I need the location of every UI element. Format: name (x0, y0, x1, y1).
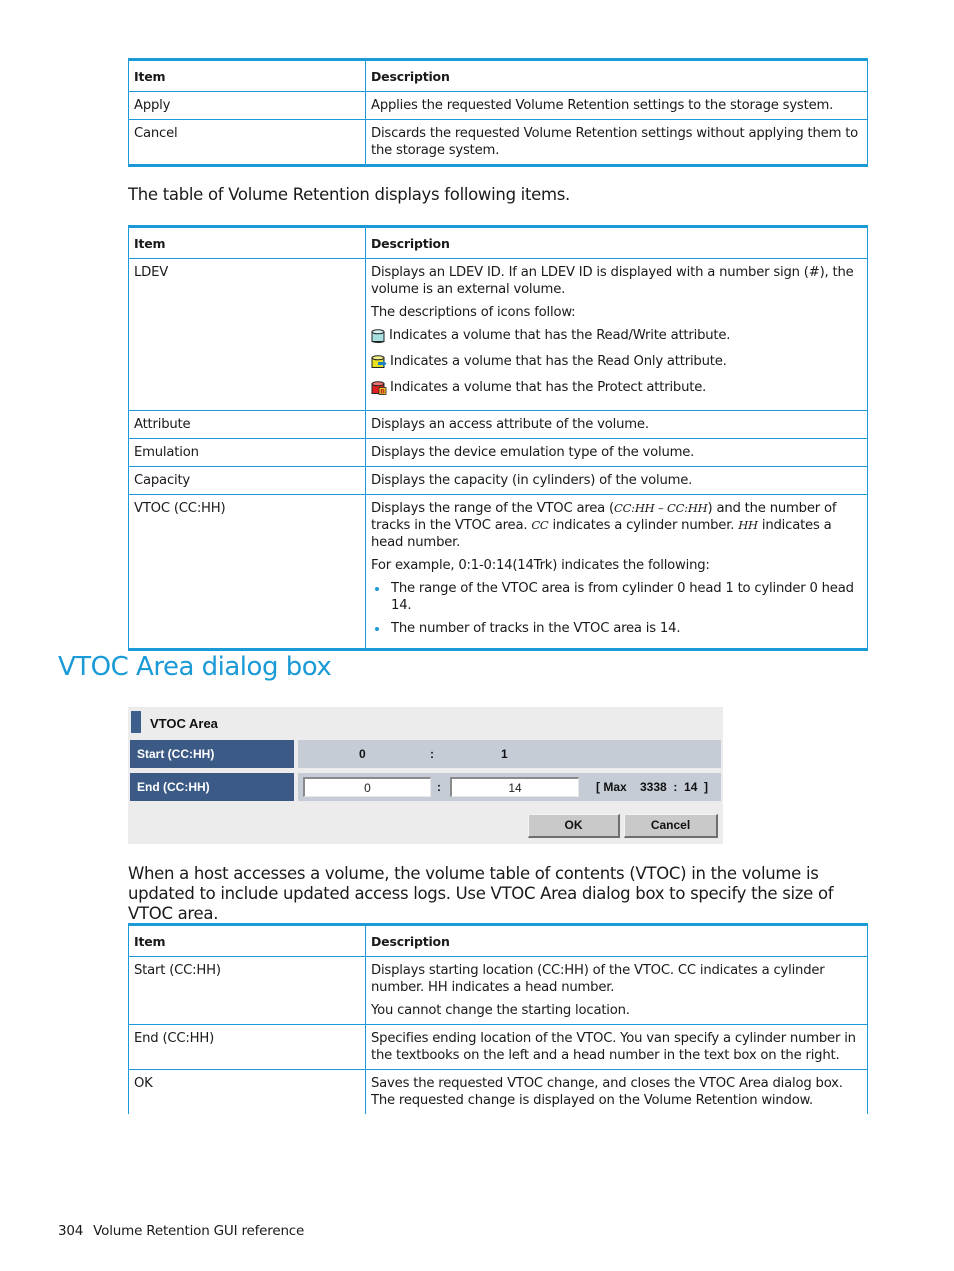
item-cell: VTOC (CC:HH) (128, 494, 366, 650)
table-header-item: Item (128, 924, 366, 957)
text-run: indicates a cylinder number. (548, 518, 739, 533)
table-row: LDEV Displays an LDEV ID. If an LDEV ID … (128, 258, 868, 411)
table-row: Start (CC:HH) Displays starting location… (128, 956, 868, 1025)
description-cell: Displays the capacity (in cylinders) of … (365, 466, 868, 495)
vtoc-dialog-items-table: Item Description Start (CC:HH) Displays … (128, 923, 868, 1114)
table-row: Attribute Displays an access attribute o… (128, 410, 868, 439)
table-row: Cancel Discards the requested Volume Ret… (128, 119, 868, 166)
description-cell: Applies the requested Volume Retention s… (365, 91, 868, 120)
item-cell: Capacity (128, 466, 366, 495)
description-cell: Displays an access attribute of the volu… (365, 410, 868, 439)
page-number: 304 (58, 1223, 84, 1239)
svg-text:B: B (380, 387, 385, 395)
table-header-description: Description (365, 226, 868, 259)
section-heading: VTOC Area dialog box (58, 652, 332, 682)
protect-volume-icon: B (371, 380, 387, 395)
vtoc-description: Displays the range of the VTOC area (CC:… (371, 500, 862, 551)
end-cc-input[interactable] (303, 777, 431, 797)
start-separator: : (430, 747, 434, 761)
icon-legend-text: Indicates a volume that has the Read Onl… (390, 354, 727, 369)
icons-intro: The descriptions of icons follow: (371, 305, 576, 320)
table-header-item: Item (128, 226, 366, 259)
description-cell: Discards the requested Volume Retention … (365, 119, 868, 166)
buttons-table: Item Description Apply Applies the reque… (128, 58, 868, 167)
code-run: CC (531, 518, 549, 532)
end-separator: : (437, 780, 441, 794)
bullet-item: The range of the VTOC area is from cylin… (375, 580, 862, 614)
description-cell: Displays an LDEV ID. If an LDEV ID is di… (365, 258, 868, 411)
bullet-item: The number of tracks in the VTOC area is… (375, 620, 862, 637)
icon-legend-item: B Indicates a volume that has the Protec… (371, 379, 862, 396)
description-cell: Saves the requested VTOC change, and clo… (365, 1069, 868, 1114)
read-only-volume-icon (371, 354, 387, 368)
end-hh-input[interactable] (450, 777, 579, 797)
icon-legend-item: Indicates a volume that has the Read Onl… (371, 353, 862, 370)
table-header-item: Item (128, 59, 366, 92)
dialog-description-paragraph: When a host accesses a volume, the volum… (128, 864, 834, 923)
bullet-list: The range of the VTOC area is from cylin… (371, 580, 862, 637)
description-cell: Displays starting location (CC:HH) of th… (365, 956, 868, 1025)
start-hh-value: 1 (501, 747, 508, 761)
max-range-text: [ Max 3338 : 14 ] (596, 780, 709, 794)
volume-retention-items-table: Item Description LDEV Displays an LDEV I… (128, 225, 868, 651)
icon-legend-item: Indicates a volume that has the Read/Wri… (371, 327, 862, 344)
description-text: Displays starting location (CC:HH) of th… (371, 963, 825, 995)
description-cell: Displays the device emulation type of th… (365, 438, 868, 467)
item-cell: Emulation (128, 438, 366, 467)
table-row: VTOC (CC:HH) Displays the range of the V… (128, 494, 868, 650)
ok-button[interactable]: OK (528, 814, 620, 838)
page-footer: 304 Volume Retention GUI reference (58, 1223, 304, 1239)
item-cell: End (CC:HH) (128, 1024, 366, 1070)
intro-paragraph: The table of Volume Retention displays f… (128, 185, 571, 204)
text-run: Displays the range of the VTOC area ( (371, 501, 614, 516)
dialog-title: VTOC Area (150, 716, 218, 731)
table-row: Emulation Displays the device emulation … (128, 438, 868, 467)
item-cell: Start (CC:HH) (128, 956, 366, 1025)
item-cell: LDEV (128, 258, 366, 411)
code-run: HH (738, 518, 758, 532)
footer-section-title: Volume Retention GUI reference (93, 1223, 305, 1239)
table-row: End (CC:HH) Specifies ending location of… (128, 1024, 868, 1070)
start-label: Start (CC:HH) (130, 740, 294, 768)
item-cell: Apply (128, 91, 366, 120)
table-row: Capacity Displays the capacity (in cylin… (128, 466, 868, 495)
item-cell: Attribute (128, 410, 366, 439)
end-label: End (CC:HH) (130, 773, 294, 801)
code-run: CC:HH – CC:HH (613, 501, 708, 515)
vtoc-area-dialog: VTOC Area Start (CC:HH) 0 : 1 End (CC:HH… (128, 707, 723, 844)
cancel-button[interactable]: Cancel (624, 814, 718, 838)
ldev-description: Displays an LDEV ID. If an LDEV ID is di… (371, 265, 854, 297)
table-row: Apply Applies the requested Volume Reten… (128, 91, 868, 120)
table-row: OK Saves the requested VTOC change, and … (128, 1069, 868, 1114)
description-note: You cannot change the starting location. (371, 1003, 630, 1018)
start-cc-value: 0 (359, 747, 366, 761)
item-cell: Cancel (128, 119, 366, 166)
item-cell: OK (128, 1069, 366, 1114)
icon-legend-text: Indicates a volume that has the Read/Wri… (389, 328, 731, 343)
table-header-description: Description (365, 924, 868, 957)
title-marker (131, 711, 141, 733)
description-cell: Specifies ending location of the VTOC. Y… (365, 1024, 868, 1070)
read-write-volume-icon (371, 328, 385, 343)
icon-legend-text: Indicates a volume that has the Protect … (390, 380, 707, 395)
description-cell: Displays the range of the VTOC area (CC:… (365, 494, 868, 650)
vtoc-example: For example, 0:1-0:14(14Trk) indicates t… (371, 558, 710, 573)
table-header-description: Description (365, 59, 868, 92)
